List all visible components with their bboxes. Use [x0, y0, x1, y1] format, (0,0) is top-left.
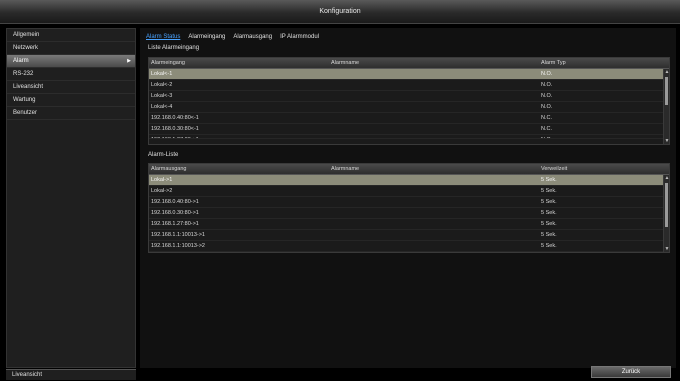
table-row[interactable]: 192.168.1.1:10013->2 5 Sek. — [149, 241, 669, 252]
scroll-down-icon[interactable]: ▼ — [664, 246, 670, 252]
table-row[interactable]: 192.168.1.1:10013->1 5 Sek. — [149, 230, 669, 241]
sidebar-item-wartung[interactable]: Wartung — [7, 94, 135, 107]
scroll-up-icon[interactable]: ▲ — [664, 175, 670, 181]
table-row[interactable]: Lokal->1 5 Sek. — [149, 175, 669, 186]
sidebar-item-label: Allgemein — [13, 32, 40, 38]
column-header: Alarm Typ — [541, 60, 566, 66]
scroll-thumb[interactable] — [665, 183, 668, 227]
main-panel: Alarm Status Alarmeingang Alarmausgang I… — [140, 28, 676, 368]
back-button[interactable]: Zurück — [591, 366, 671, 378]
sidebar-item-allgemein[interactable]: Allgemein — [7, 29, 135, 42]
sidebar-item-label: Liveansicht — [13, 84, 44, 90]
sidebar-item-rs232[interactable]: RS-232 — [7, 68, 135, 81]
sidebar-item-liveansicht[interactable]: Liveansicht — [7, 81, 135, 94]
sidebar-item-netzwerk[interactable]: Netzwerk — [7, 42, 135, 55]
column-header: Alarmausgang — [151, 166, 187, 172]
tab-alarm-status[interactable]: Alarm Status — [146, 32, 180, 42]
tab-bar: Alarm Status Alarmeingang Alarmausgang I… — [146, 32, 319, 42]
liveansicht-footer-button[interactable]: Liveansicht — [6, 369, 136, 380]
sidebar-item-label: RS-232 — [13, 71, 34, 77]
table-row[interactable]: 192.168.0.30:80<-1 N.C. — [149, 124, 669, 135]
input-table-scrollbar[interactable]: ▲ ▼ — [663, 69, 669, 144]
scroll-up-icon[interactable]: ▲ — [664, 69, 670, 75]
tab-alarmeingang[interactable]: Alarmeingang — [188, 32, 225, 42]
sidebar-menu: Allgemein Netzwerk Alarm ▶ RS-232 Liveans… — [6, 28, 136, 368]
table-header: Alarmeingang Alarmname Alarm Typ — [149, 58, 669, 69]
table-row[interactable]: 192.168.1.27:80->1 5 Sek. — [149, 219, 669, 230]
tab-ip-alarmmodul[interactable]: IP Alarmmodul — [280, 32, 319, 42]
sidebar-item-label: Alarm — [13, 58, 29, 64]
column-header: Verweilzeit — [541, 166, 568, 172]
scroll-down-icon[interactable]: ▼ — [664, 138, 670, 144]
table-row[interactable]: 192.168.0.30:80->1 5 Sek. — [149, 208, 669, 219]
inputs-section-title: Liste Alarmeingang — [148, 45, 200, 51]
scroll-thumb[interactable] — [665, 77, 668, 105]
output-table-scrollbar[interactable]: ▲ ▼ — [663, 175, 669, 252]
table-row[interactable]: Lokal<-2 N.O. — [149, 80, 669, 91]
tab-alarmausgang[interactable]: Alarmausgang — [233, 32, 272, 42]
table-header: Alarmausgang Alarmname Verweilzeit — [149, 164, 669, 175]
table-row[interactable]: Lokal<-3 N.O. — [149, 91, 669, 102]
window-title: Konfiguration — [0, 0, 680, 24]
sidebar-item-alarm[interactable]: Alarm ▶ — [7, 55, 135, 68]
sidebar-item-label: Wartung — [13, 97, 36, 103]
table-row[interactable]: Lokal->2 5 Sek. — [149, 186, 669, 197]
alarm-input-table: Alarmeingang Alarmname Alarm Typ Lokal<-… — [148, 57, 670, 145]
outputs-section-title: Alarm-Liste — [148, 152, 179, 158]
column-header: Alarmeingang — [151, 60, 185, 66]
alarm-output-table: Alarmausgang Alarmname Verweilzeit Lokal… — [148, 163, 670, 253]
table-row[interactable]: Lokal<-1 N.O. — [149, 69, 669, 80]
table-row[interactable]: 192.168.0.40:80->1 5 Sek. — [149, 197, 669, 208]
chevron-right-icon: ▶ — [127, 58, 131, 64]
table-row[interactable]: Lokal<-4 N.O. — [149, 102, 669, 113]
column-header: Alarmname — [331, 166, 360, 172]
table-row[interactable]: 192.168.0.40:80<-1 N.C. — [149, 113, 669, 124]
column-header: Alarmname — [331, 60, 360, 66]
sidebar-item-benutzer[interactable]: Benutzer — [7, 107, 135, 120]
table-row[interactable]: 192.168.1.27:80<-1 N.C. — [149, 135, 669, 139]
sidebar-item-label: Benutzer — [13, 110, 38, 116]
sidebar-item-label: Netzwerk — [13, 45, 39, 51]
